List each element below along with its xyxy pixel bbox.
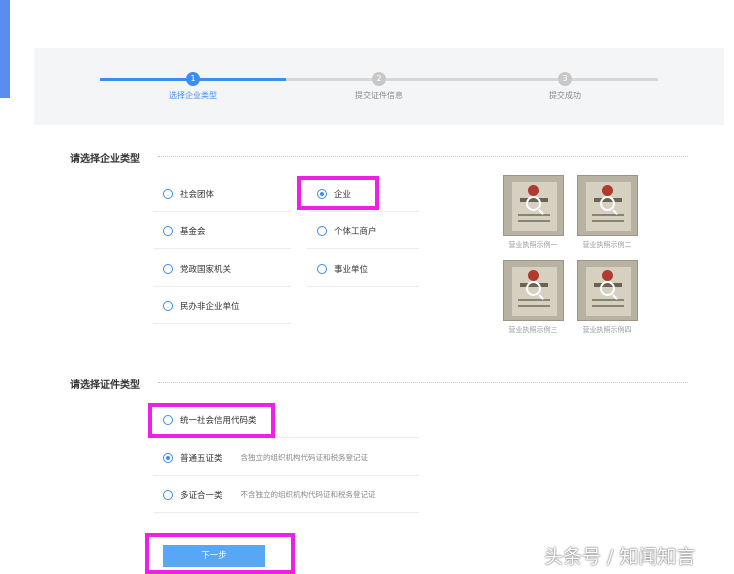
option-foundation[interactable]: 基金会 [153,213,291,249]
magnifier-icon[interactable] [526,196,541,211]
radio-icon[interactable] [163,489,173,500]
option-label: 民办非企业单位 [180,301,240,312]
option-label: 社会团体 [180,189,215,200]
highlight-box [148,403,275,438]
radio-checked-icon[interactable] [163,452,173,463]
option-multi-certificate[interactable]: 多证合一类 不含独立的组织机构代码证和税务登记证 [153,477,419,513]
radio-icon[interactable] [163,225,173,236]
option-five-certificates[interactable]: 普通五证类 含独立的组织机构代码证和税务登记证 [153,440,419,476]
step-2-dot: 2 [372,72,386,86]
seal-icon [528,185,539,196]
option-individual-business[interactable]: 个体工商户 [307,213,419,249]
radio-icon[interactable] [163,300,173,311]
seal-icon [602,270,613,281]
thumbnail-caption-3: 营业执照示例三 [508,326,558,334]
thumbnail-caption-2: 营业执照示例二 [582,241,632,249]
certificate-type-title: 请选择证件类型 [70,380,140,391]
radio-icon[interactable] [317,263,327,274]
step-1-dot: 1 [186,72,200,86]
radio-icon[interactable] [163,188,173,199]
radio-icon[interactable] [163,263,173,274]
option-party-government[interactable]: 党政国家机关 [153,251,291,287]
left-accent-strip [0,0,10,98]
enterprise-type-title: 请选择企业类型 [70,154,140,165]
step-3-dot: 3 [558,72,572,86]
progress-steps: 1 2 3 选择企业类型 提交证件信息 提交成功 [34,48,724,125]
license-thumbnail-4[interactable] [577,260,638,321]
option-label: 事业单位 [334,264,369,275]
option-label: 普通五证类 [180,453,223,464]
magnifier-icon[interactable] [600,281,615,296]
highlight-box [145,533,295,574]
option-description: 含独立的组织机构代码证和税务登记证 [240,453,369,462]
step-3-label: 提交成功 [549,91,581,100]
magnifier-icon[interactable] [526,281,541,296]
magnifier-icon[interactable] [600,196,615,211]
option-label: 多证合一类 [180,490,223,501]
seal-icon [602,185,613,196]
license-thumbnail-2[interactable] [577,175,638,236]
option-private-non-enterprise[interactable]: 民办非企业单位 [153,288,291,324]
section-divider [158,382,688,383]
option-description: 不含独立的组织机构代码证和税务登记证 [240,490,376,499]
option-label: 基金会 [180,226,206,237]
step-2-label: 提交证件信息 [355,91,403,100]
option-public-institution[interactable]: 事业单位 [307,251,419,287]
radio-icon[interactable] [317,225,327,236]
watermark: 头条号 / 知闻知言 [544,546,696,568]
option-social-group[interactable]: 社会团体 [153,176,291,212]
thumbnail-caption-4: 营业执照示例四 [582,326,632,334]
highlight-box [297,176,379,210]
license-thumbnail-1[interactable] [503,175,564,236]
license-thumbnail-3[interactable] [503,260,564,321]
option-label: 个体工商户 [334,226,377,237]
option-label: 党政国家机关 [180,264,232,275]
seal-icon [528,270,539,281]
step-1-label: 选择企业类型 [169,91,217,100]
section-divider [158,156,688,157]
thumbnail-caption-1: 营业执照示例一 [508,241,558,249]
